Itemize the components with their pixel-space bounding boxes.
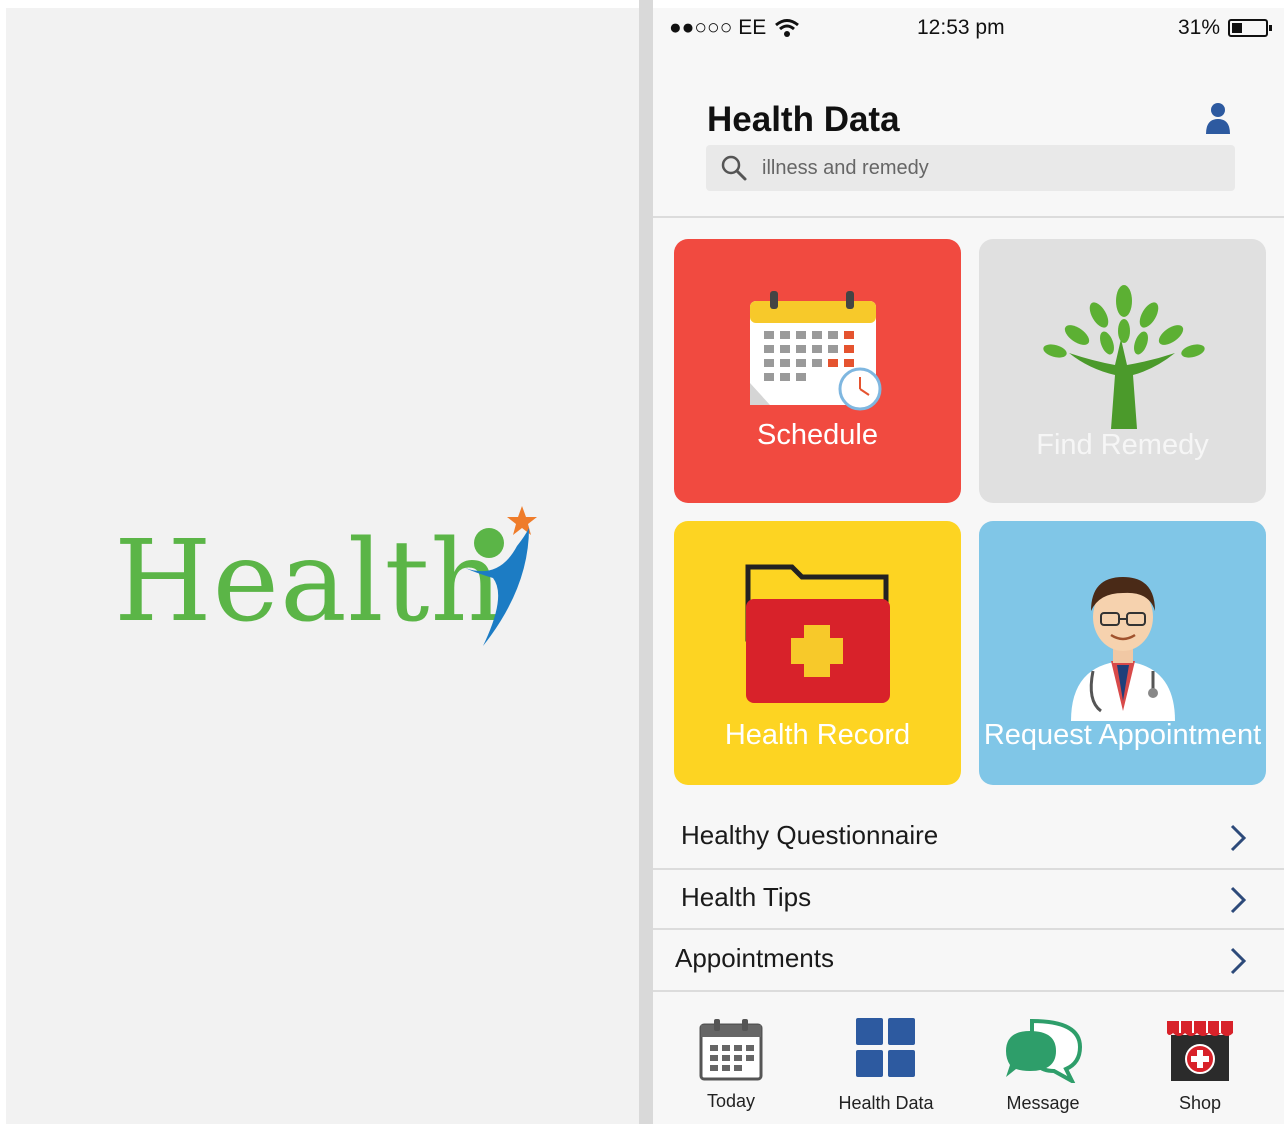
menu-divider — [653, 990, 1284, 992]
battery-percent: 31% — [1177, 16, 1220, 39]
search-bar[interactable] — [706, 145, 1235, 191]
menu-item-label: Appointments — [675, 943, 834, 973]
search-icon — [721, 155, 747, 181]
tab-health-data[interactable]: Health Data — [826, 993, 946, 1124]
bottom-tab-bar: Today Health Data Message Shop — [653, 993, 1284, 1124]
grid-icon — [856, 1018, 915, 1077]
medical-folder-icon — [745, 564, 890, 703]
tab-message[interactable]: Message — [983, 993, 1103, 1124]
schedule-tile[interactable]: Schedule — [674, 239, 961, 503]
tab-today[interactable]: Today — [671, 993, 791, 1124]
request-appointment-label: Request Appointment — [983, 719, 1262, 751]
carrier-label: ●●○○○ EE — [669, 16, 767, 39]
page-title: Health Data — [707, 100, 900, 139]
tab-label: Message — [1006, 1093, 1080, 1113]
splash-screen: Health — [6, 8, 639, 1124]
calendar-icon — [699, 1019, 763, 1081]
chevron-right-icon — [1230, 886, 1247, 914]
phone-screen: ●●○○○ EE 12:53 pm 31% Health Data illnes… — [653, 8, 1284, 1124]
search-input[interactable] — [762, 145, 1222, 191]
menu-item-label: Healthy Questionnaire — [681, 820, 939, 850]
tree-hands-icon — [1043, 285, 1205, 429]
chat-bubbles-icon — [1006, 1018, 1083, 1083]
doctor-icon — [1071, 577, 1175, 721]
battery-fill — [1232, 23, 1242, 33]
menu-item-appointments[interactable]: Appointments — [653, 929, 1284, 989]
tab-label: Health Data — [838, 1093, 934, 1113]
health-record-label: Health Record — [724, 719, 911, 751]
health-record-tile[interactable]: Health Record — [674, 521, 961, 785]
chevron-right-icon — [1230, 947, 1247, 975]
header-divider — [653, 216, 1284, 218]
schedule-label: Schedule — [757, 419, 878, 451]
health-logo: Health — [114, 498, 554, 668]
wifi-icon — [775, 19, 800, 37]
status-bar: ●●○○○ EE 12:53 pm 31% — [653, 8, 1284, 48]
battery-icon — [1228, 19, 1272, 37]
logo-wordmark: Health — [114, 517, 504, 647]
menu-item-health-tips[interactable]: Health Tips — [653, 868, 1284, 928]
chevron-right-icon — [1230, 824, 1247, 852]
profile-icon[interactable] — [1203, 102, 1233, 136]
tab-shop[interactable]: Shop — [1140, 993, 1260, 1124]
menu-item-label: Health Tips — [681, 882, 812, 912]
logo-figure-icon — [465, 506, 537, 646]
tab-label: Shop — [1178, 1093, 1222, 1113]
calendar-clock-icon — [750, 291, 882, 411]
request-appointment-tile[interactable]: Request Appointment — [979, 521, 1266, 785]
find-remedy-tile[interactable]: Find Remedy — [979, 239, 1266, 503]
menu-item-healthy-questionnaire[interactable]: Healthy Questionnaire — [653, 806, 1284, 866]
tab-label: Today — [706, 1091, 756, 1111]
find-remedy-label: Find Remedy — [1036, 429, 1209, 461]
panel-divider — [639, 0, 653, 1124]
storefront-icon — [1167, 1021, 1233, 1081]
status-time: 12:53 pm — [917, 16, 1005, 39]
